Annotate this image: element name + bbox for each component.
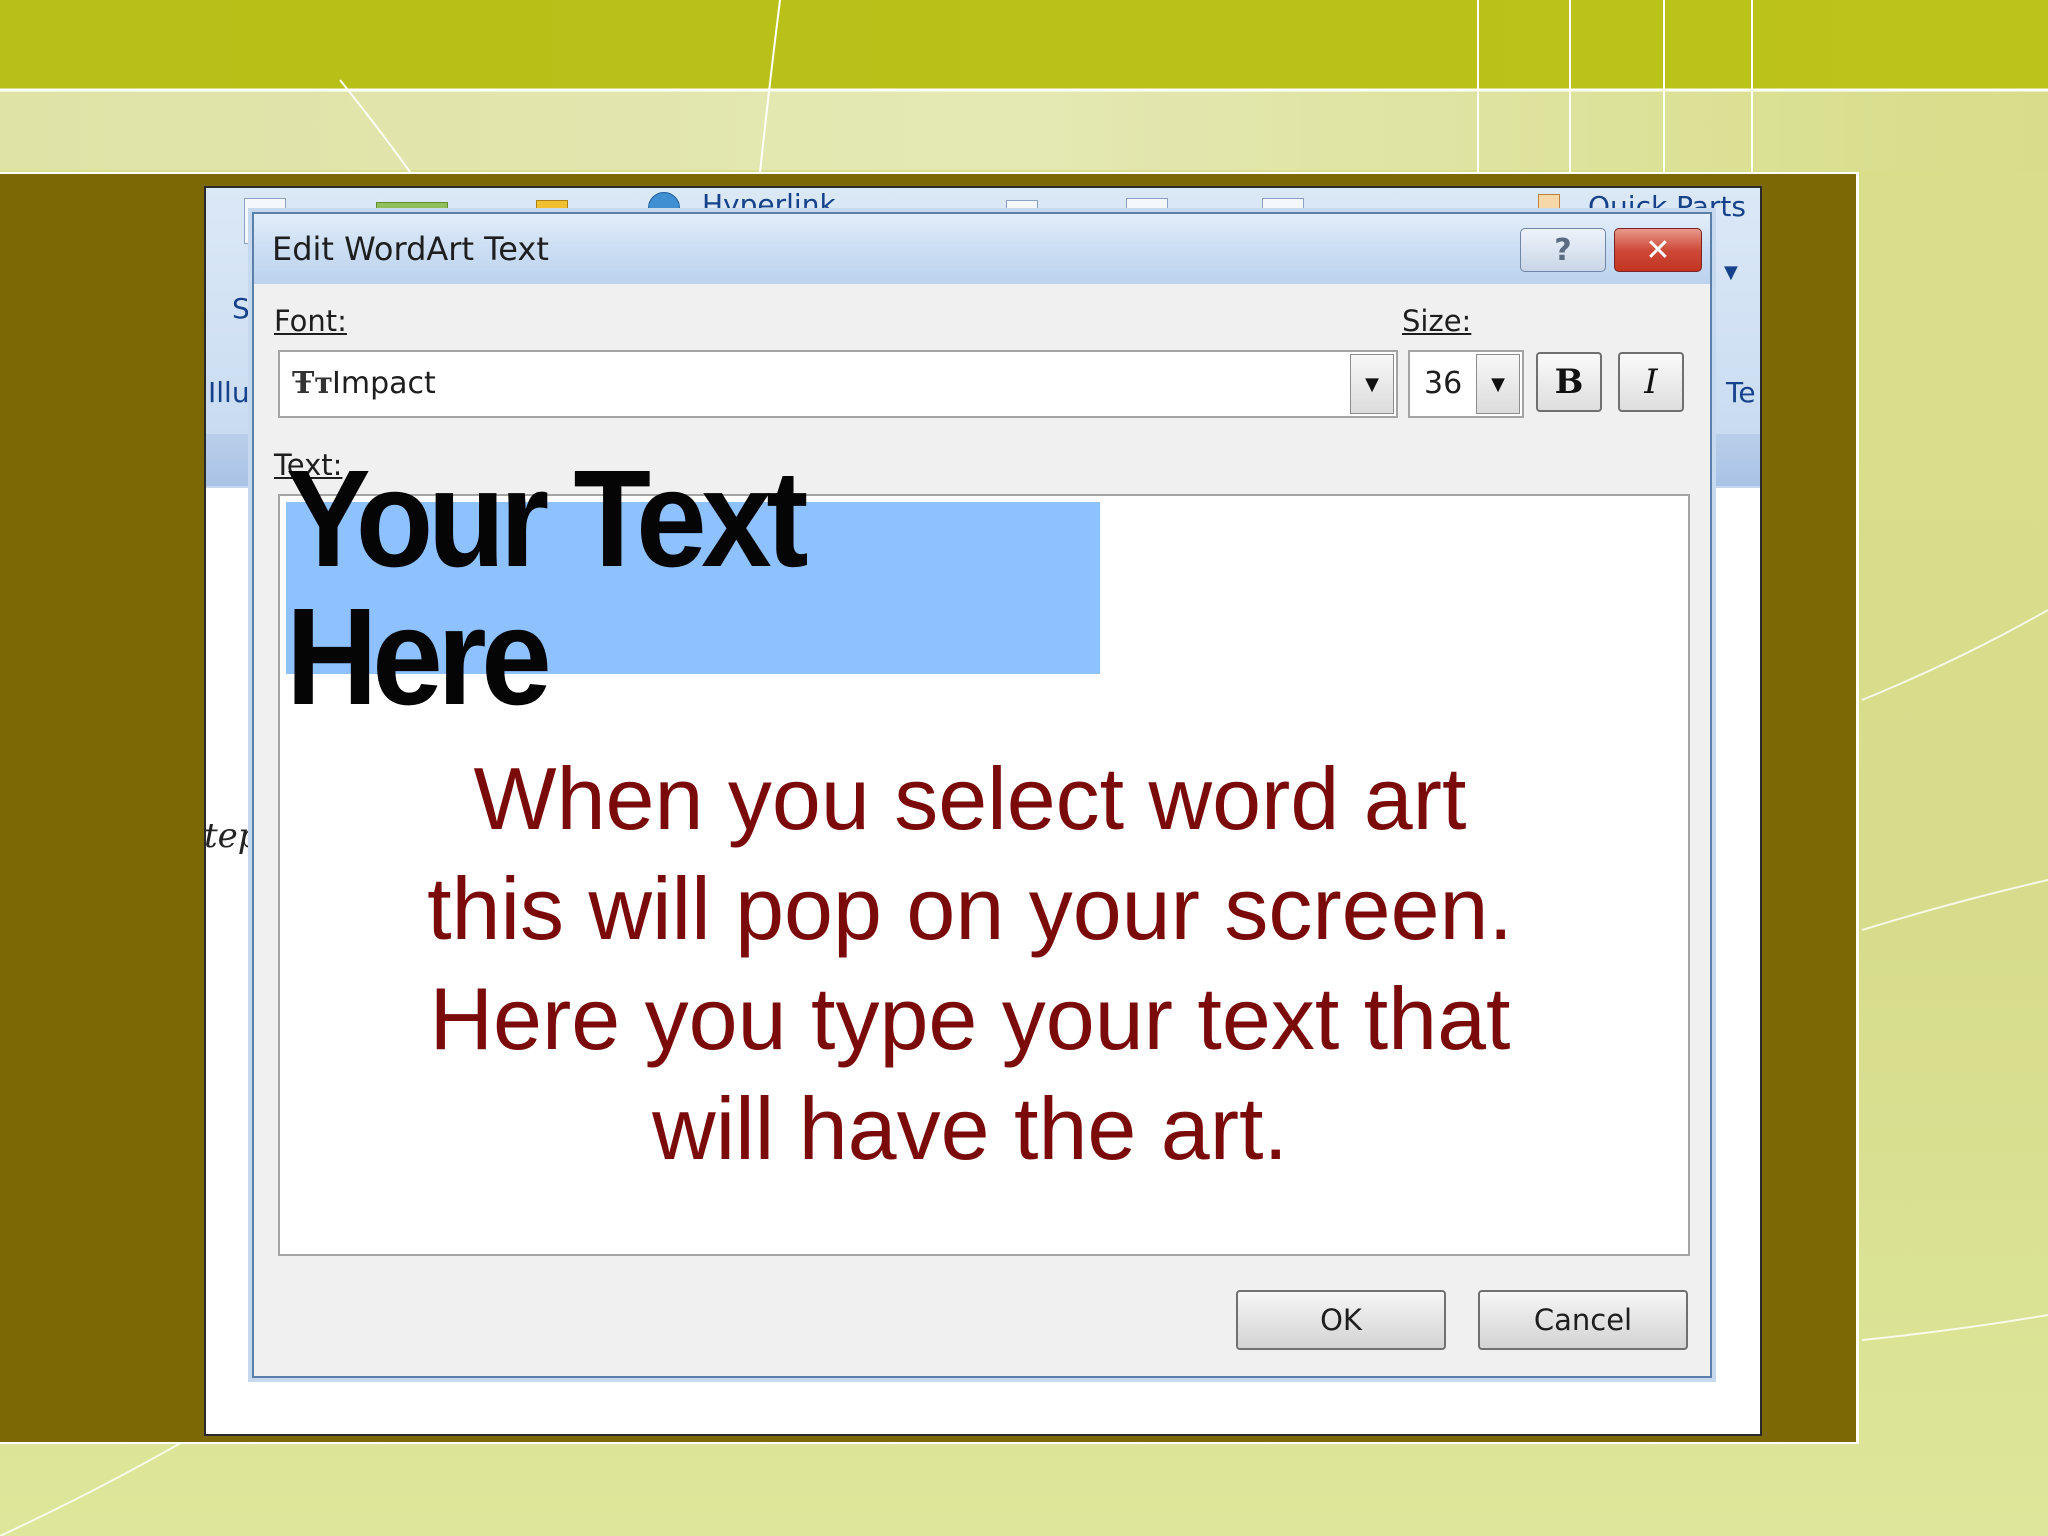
size-select[interactable]: 36 ▼ xyxy=(1408,350,1524,418)
size-label-text: Size: xyxy=(1402,304,1472,338)
ok-button[interactable]: OK xyxy=(1236,1290,1446,1350)
close-button[interactable]: ✕ xyxy=(1614,228,1702,272)
ribbon-group-text: Te xyxy=(1726,376,1756,409)
font-value: Impact xyxy=(332,366,436,401)
font-dropdown-button[interactable]: ▼ xyxy=(1350,354,1394,414)
size-value: 36 xyxy=(1424,366,1463,401)
font-label: Font: xyxy=(274,304,347,338)
italic-button[interactable]: I xyxy=(1618,352,1684,412)
annotation-text: When you select word art this will pop o… xyxy=(290,744,1650,1184)
cancel-button[interactable]: Cancel xyxy=(1478,1290,1688,1350)
dialog-titlebar[interactable]: Edit WordArt Text ? ✕ xyxy=(254,214,1710,284)
annotation-line-3: Here you type your text that xyxy=(429,969,1511,1068)
close-icon: ✕ xyxy=(1645,232,1671,268)
ribbon-fragment-s: S xyxy=(232,292,250,325)
annotation-line-1: When you select word art xyxy=(473,749,1467,848)
size-dropdown-button[interactable]: ▼ xyxy=(1476,354,1520,414)
chevron-down-icon: ▼ xyxy=(1491,373,1505,395)
wordart-text-value: Your Text Here xyxy=(286,442,809,734)
dialog-title: Edit WordArt Text xyxy=(272,230,549,268)
font-select[interactable]: Ŧт Impact ▼ xyxy=(278,350,1398,418)
annotation-line-4: will have the art. xyxy=(652,1079,1288,1178)
help-button[interactable]: ? xyxy=(1520,228,1606,272)
ribbon-dropdown-icon[interactable]: ▼ xyxy=(1724,262,1738,283)
question-mark-icon: ? xyxy=(1554,232,1572,268)
bold-button[interactable]: B xyxy=(1536,352,1602,412)
annotation-line-2: this will pop on your screen. xyxy=(427,859,1513,958)
truetype-font-icon: Ŧт xyxy=(292,366,333,401)
ribbon-group-illustrations: Illu xyxy=(208,376,250,409)
chevron-down-icon: ▼ xyxy=(1365,373,1379,395)
font-label-text: Font: xyxy=(274,304,347,338)
size-label: Size: xyxy=(1402,304,1471,338)
